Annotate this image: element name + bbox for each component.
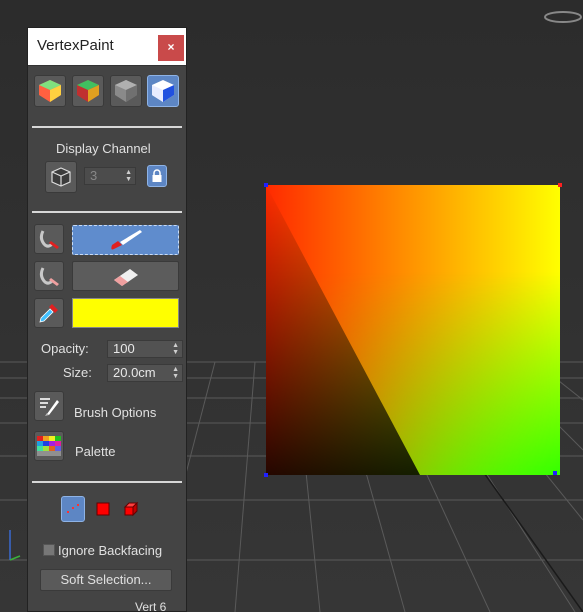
lock-button[interactable] xyxy=(147,165,167,187)
eraser-icon xyxy=(113,269,138,286)
vertexpaint-panel: VertexPaint × Display Channel 3 ▲ ▼ Opac… xyxy=(27,27,187,612)
face-selection-icon xyxy=(96,502,110,516)
divider xyxy=(32,481,182,483)
display-channel-button[interactable] xyxy=(45,161,77,193)
size-value: 20.0cm xyxy=(113,365,156,380)
display-channel-spinner: 3 ▲ ▼ xyxy=(84,167,136,185)
close-button[interactable]: × xyxy=(158,35,184,61)
opacity-label: Opacity: xyxy=(41,341,89,356)
eyedropper-icon xyxy=(39,304,58,323)
color-picker-button[interactable] xyxy=(34,298,64,328)
vertex-color-display-ambient-button[interactable] xyxy=(147,75,179,107)
vertex-color-display-unshaded-button[interactable] xyxy=(72,75,104,107)
paint-all-icon xyxy=(39,230,59,249)
cube-icon xyxy=(51,167,71,187)
opacity-spinner[interactable]: 100 ▲ ▼ xyxy=(107,340,183,358)
divider xyxy=(32,126,182,128)
brush-options-label[interactable]: Brush Options xyxy=(74,405,156,420)
erase-all-button[interactable] xyxy=(34,261,64,291)
disable-vertex-color-display-button[interactable] xyxy=(110,75,142,107)
paint-brush-button[interactable] xyxy=(72,225,179,255)
display-channel-value: 3 xyxy=(90,168,98,183)
paint-brush-icon xyxy=(110,230,142,250)
size-label: Size: xyxy=(63,365,92,380)
window-title: VertexPaint xyxy=(37,37,114,54)
lock-icon xyxy=(152,169,162,182)
paint-all-button[interactable] xyxy=(34,224,64,254)
soft-selection-button[interactable]: Soft Selection... xyxy=(40,569,172,591)
vertex-color-display-shaded-icon xyxy=(39,80,61,102)
erase-button[interactable] xyxy=(72,261,179,291)
palette-label[interactable]: Palette xyxy=(75,444,115,459)
element-selection-button[interactable] xyxy=(121,499,141,519)
face-selection-button[interactable] xyxy=(94,500,112,518)
paint-color-swatch[interactable] xyxy=(72,298,179,328)
divider xyxy=(32,211,182,213)
painted-cube-face xyxy=(266,185,560,475)
opacity-value: 100 xyxy=(113,341,135,356)
disable-vertex-color-display-icon xyxy=(115,80,137,102)
status-text: Vert 6 xyxy=(135,600,167,612)
vertex-selection-button[interactable] xyxy=(61,496,85,522)
ignore-backfacing-label[interactable]: Ignore Backfacing xyxy=(58,543,162,558)
brush-options-button[interactable] xyxy=(34,391,64,421)
vertex-color-display-shaded-button[interactable] xyxy=(34,75,66,107)
spinner-arrows-icon: ▲ ▼ xyxy=(125,169,132,183)
display-channel-label: Display Channel xyxy=(56,141,151,156)
element-selection-icon xyxy=(123,501,139,517)
size-spinner[interactable]: 20.0cm ▲ ▼ xyxy=(107,364,183,382)
palette-button[interactable] xyxy=(34,431,64,461)
vertex-color-display-ambient-icon xyxy=(152,80,174,102)
title-bar[interactable]: VertexPaint × xyxy=(28,28,186,66)
erase-all-icon xyxy=(39,267,59,286)
spinner-arrows-icon: ▲ ▼ xyxy=(172,342,179,356)
brush-options-icon xyxy=(40,398,59,416)
ignore-backfacing-checkbox[interactable] xyxy=(43,544,55,556)
vertex-selection-icon xyxy=(67,504,79,513)
vertex-color-display-unshaded-icon xyxy=(77,80,99,102)
palette-icon xyxy=(37,436,61,456)
spinner-arrows-icon: ▲ ▼ xyxy=(172,366,179,380)
